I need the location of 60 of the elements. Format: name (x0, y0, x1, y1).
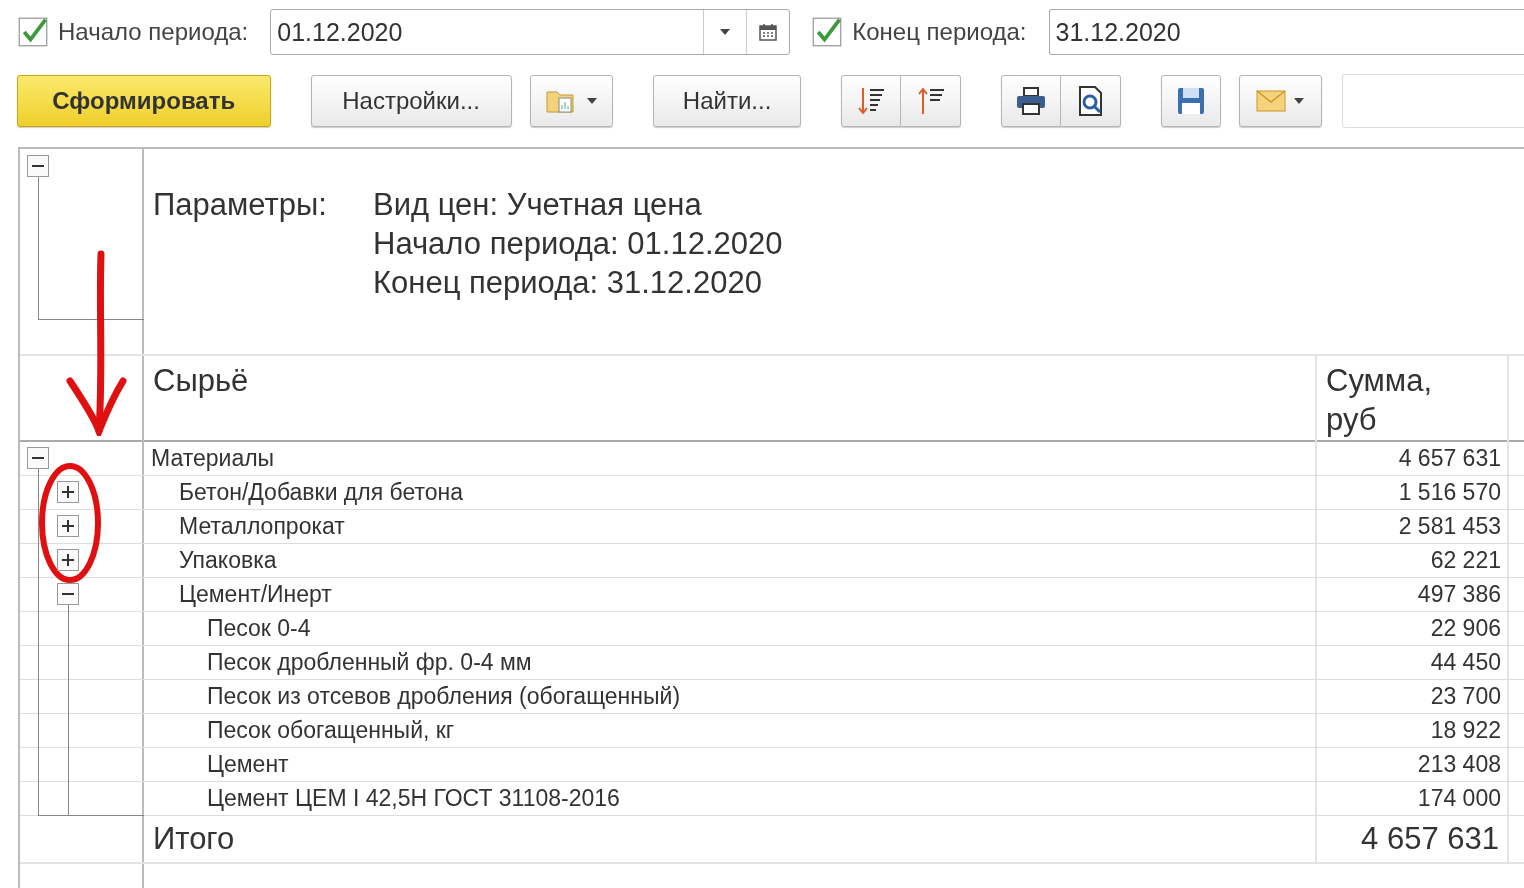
parameter-text: Конец периода: 31.12.2020 (373, 265, 763, 301)
date-field[interactable]: 31.12.2020 (1049, 10, 1524, 54)
amount-cell: 213 408 (1315, 748, 1509, 781)
field-label: Конец периода: (852, 18, 1027, 46)
calendar-icon (759, 23, 778, 41)
amount-cell: 23 700 (1315, 680, 1509, 713)
row-name: Песок из отсевов дробления (обогащенный) (206, 682, 682, 711)
row-name: Бетон/Добавки для бетона (178, 478, 465, 507)
row-name: Песок дробленный фр. 0-4 мм (206, 648, 533, 677)
caret-icon (1294, 98, 1305, 104)
row-name: Материалы (150, 444, 276, 473)
expand-toggle[interactable] (57, 549, 79, 571)
amount-cell: 1 516 570 (1315, 476, 1509, 509)
row-name: Цемент (206, 750, 290, 779)
row-name: Упаковка (178, 546, 278, 575)
checkbox[interactable] (18, 17, 48, 47)
amount-cell: 22 906 (1315, 612, 1509, 645)
row-name: Цемент/Инерт (178, 580, 333, 609)
settings-button[interactable]: Настройки... (310, 75, 512, 127)
amount-cell: 4 657 631 (1315, 442, 1509, 475)
generate-button[interactable]: Сформировать (17, 75, 271, 127)
print-button[interactable] (1001, 75, 1062, 127)
row-name: Металлопрокат (178, 512, 346, 541)
sort-descending-icon (856, 85, 887, 117)
total-label: Итого (152, 820, 236, 858)
sort-descending-button[interactable] (841, 75, 902, 127)
sort-ascending-button[interactable] (901, 75, 962, 127)
total-amount: 4 657 631 (1315, 816, 1509, 862)
find-button[interactable]: Найти... (652, 75, 802, 127)
row-name: Цемент ЦЕМ I 42,5Н ГОСТ 31108-2016 (206, 784, 621, 813)
collapse-toggle[interactable] (27, 447, 49, 469)
field-label: Начало периода: (58, 18, 249, 46)
amount-cell: 2 581 453 (1315, 510, 1509, 543)
envelope-icon (1256, 90, 1287, 112)
checkbox[interactable] (812, 17, 843, 47)
search-field[interactable] (1342, 74, 1524, 128)
preview-button[interactable] (1061, 75, 1122, 127)
column-header: Сумма, руб (1315, 356, 1509, 446)
date-picker[interactable]: 01.12.2020 (270, 9, 791, 55)
expand-toggle[interactable] (57, 515, 79, 537)
printer-icon (1015, 86, 1048, 116)
parameter-text: Вид цен: Учетная цена (373, 187, 703, 223)
caret-icon (720, 29, 731, 35)
date-field[interactable]: 01.12.2020 (271, 10, 704, 54)
amount-cell: 174 000 (1315, 782, 1509, 815)
amount-cell: 497 386 (1315, 578, 1509, 611)
expand-toggle[interactable] (57, 481, 79, 503)
row-name: Песок обогащенный, кг (206, 716, 456, 745)
save-button[interactable] (1161, 75, 1221, 127)
column-header: Сырьё (152, 362, 250, 400)
row-name: Песок 0-4 (206, 614, 312, 643)
amount-cell: 44 450 (1315, 646, 1509, 679)
sort-ascending-icon (915, 85, 946, 117)
parameters-label: Параметры: (153, 187, 328, 224)
amount-cell: 18 922 (1315, 714, 1509, 747)
parameter-text: Начало периода: 01.12.2020 (373, 226, 783, 262)
collapse-toggle[interactable] (27, 155, 49, 177)
collapse-toggle[interactable] (57, 583, 79, 605)
caret-icon (587, 98, 598, 104)
amount-cell: 62 221 (1315, 544, 1509, 577)
